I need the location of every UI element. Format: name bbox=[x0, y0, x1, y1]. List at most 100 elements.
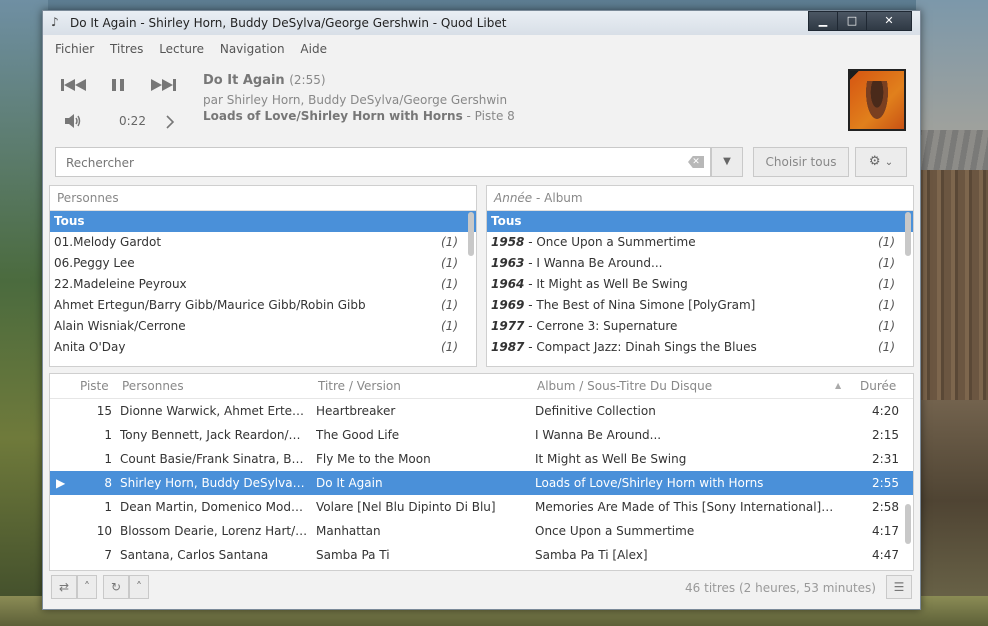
list-item[interactable]: 1963 - I Wanna Be Around... (1) bbox=[487, 253, 913, 274]
cell-album: Memories Are Made of This [Sony Internat… bbox=[535, 500, 835, 514]
now-playing-panel: 0:22 Do It Again (2:55) par Shirley Horn… bbox=[49, 67, 914, 149]
list-item[interactable]: 1969 - The Best of Nina Simone [PolyGram… bbox=[487, 295, 913, 316]
list-item-count: (1) bbox=[441, 298, 458, 312]
people-pane-header[interactable]: Personnes bbox=[50, 186, 476, 211]
menu-bar: Fichier Titres Lecture Navigation Aide bbox=[49, 40, 914, 62]
minimize-icon[interactable]: ▁ bbox=[808, 11, 838, 31]
cell-duration: 2:58 bbox=[872, 500, 899, 514]
list-item-count: (1) bbox=[441, 319, 458, 333]
album-pane: Année - Album Tous 1958 - Once Upon a Su… bbox=[486, 185, 914, 367]
clear-search-icon[interactable]: ✕ bbox=[688, 156, 704, 168]
search-row: ✕ ▼ Choisir tous ⚙ ⌄ bbox=[55, 147, 908, 179]
people-scrollbar[interactable] bbox=[468, 212, 474, 256]
list-item[interactable]: 06.Peggy Lee (1) bbox=[50, 253, 476, 274]
chevron-right-icon[interactable] bbox=[165, 115, 175, 129]
cell-track: 7 bbox=[104, 548, 112, 562]
menu-fichier[interactable]: Fichier bbox=[49, 40, 100, 58]
queue-toggle-button[interactable]: ☰ bbox=[886, 575, 912, 599]
status-summary: 46 titres (2 heures, 53 minutes) bbox=[685, 581, 876, 595]
barn-roof bbox=[916, 130, 988, 170]
shuffle-menu-button[interactable]: ˄ bbox=[77, 575, 97, 599]
list-item-count: (1) bbox=[878, 235, 895, 249]
cell-duration: 4:47 bbox=[872, 548, 899, 562]
maximize-icon[interactable]: □ bbox=[837, 11, 867, 31]
pause-icon[interactable] bbox=[111, 77, 125, 93]
menu-aide[interactable]: Aide bbox=[294, 40, 333, 58]
list-item[interactable]: 1987 - Compact Jazz: Dinah Sings the Blu… bbox=[487, 337, 913, 358]
menu-titres[interactable]: Titres bbox=[104, 40, 149, 58]
table-row[interactable]: 1 Dean Martin, Domenico Modugn... Volare [… bbox=[50, 495, 913, 519]
cell-album: Loads of Love/Shirley Horn with Horns bbox=[535, 476, 764, 490]
list-item[interactable]: Alain Wisniak/Cerrone (1) bbox=[50, 316, 476, 337]
people-pane: Personnes Tous 01.Melody Gardot (1) 06.Pe… bbox=[49, 185, 477, 367]
list-item[interactable]: Ahmet Ertegun/Barry Gibb/Maurice Gibb/Ro… bbox=[50, 295, 476, 316]
column-title[interactable]: Titre / Version bbox=[318, 374, 401, 398]
list-item[interactable]: 22.Madeleine Peyroux (1) bbox=[50, 274, 476, 295]
album-year: 1987 bbox=[491, 340, 525, 354]
list-item[interactable]: Tous bbox=[50, 211, 476, 232]
list-item[interactable]: Anita O'Day (1) bbox=[50, 337, 476, 358]
list-item-label: - The Best of Nina Simone [PolyGram] bbox=[524, 298, 756, 312]
album-scrollbar[interactable] bbox=[905, 212, 911, 256]
list-item-count: (1) bbox=[878, 298, 895, 312]
chevron-up-icon: ˄ bbox=[84, 580, 90, 594]
repeat-menu-button[interactable]: ˄ bbox=[129, 575, 149, 599]
menu-navigation[interactable]: Navigation bbox=[214, 40, 291, 58]
list-item[interactable]: Tous bbox=[487, 211, 913, 232]
track-title: Do It Again (2:55) bbox=[203, 73, 326, 88]
song-list-scrollbar[interactable] bbox=[905, 504, 911, 544]
album-year: 1958 bbox=[491, 235, 525, 249]
album-pane-header[interactable]: Année - Album bbox=[487, 186, 913, 211]
table-row[interactable]: 1 Tony Bennett, Jack Reardon/Sach... The G… bbox=[50, 423, 913, 447]
list-item[interactable]: 1958 - Once Upon a Summertime (1) bbox=[487, 232, 913, 253]
search-input[interactable] bbox=[64, 155, 668, 171]
table-row[interactable]: 10 Blossom Dearie, Lorenz Hart/Rich... Man… bbox=[50, 519, 913, 543]
volume-icon[interactable] bbox=[65, 113, 83, 129]
cell-track: 15 bbox=[96, 404, 112, 418]
list-item[interactable]: 1964 - It Might as Well Be Swing (1) bbox=[487, 274, 913, 295]
list-item-label: - Compact Jazz: Dinah Sings the Blues bbox=[524, 340, 757, 354]
cell-people: Dionne Warwick, Ahmet Ertegun/... bbox=[120, 404, 308, 418]
chevron-down-icon: ⌄ bbox=[884, 157, 894, 168]
column-people[interactable]: Personnes bbox=[122, 374, 184, 398]
next-track-icon[interactable] bbox=[151, 77, 177, 93]
list-item-count: (1) bbox=[441, 340, 458, 354]
header-year: Année bbox=[494, 191, 533, 205]
title-bar[interactable]: ♪ Do It Again - Shirley Horn, Buddy DeSy… bbox=[43, 11, 920, 35]
search-history-dropdown[interactable]: ▼ bbox=[711, 147, 743, 177]
close-icon[interactable]: ✕ bbox=[866, 11, 912, 31]
playing-icon: ▶ bbox=[56, 476, 66, 490]
list-item[interactable]: 01.Melody Gardot (1) bbox=[50, 232, 476, 253]
select-all-button[interactable]: Choisir tous bbox=[753, 147, 849, 177]
previous-track-icon[interactable] bbox=[61, 77, 87, 93]
cell-people: Blossom Dearie, Lorenz Hart/Rich... bbox=[120, 524, 308, 538]
cell-duration: 2:55 bbox=[872, 476, 899, 490]
chevron-down-icon: ▼ bbox=[723, 156, 731, 167]
column-track[interactable]: Piste bbox=[80, 374, 109, 398]
cell-duration: 2:15 bbox=[872, 428, 899, 442]
playback-position[interactable]: 0:22 bbox=[119, 114, 146, 128]
list-item-label: Ahmet Ertegun/Barry Gibb/Maurice Gibb/Ro… bbox=[54, 298, 366, 312]
cell-title: Fly Me to the Moon bbox=[316, 452, 431, 466]
list-item-count: (1) bbox=[878, 319, 895, 333]
list-item-label: Tous bbox=[54, 214, 85, 228]
list-item-label: - I Wanna Be Around... bbox=[524, 256, 663, 270]
repeat-button[interactable]: ↻ bbox=[103, 575, 129, 599]
cell-track: 1 bbox=[104, 500, 112, 514]
search-box: ✕ bbox=[55, 147, 711, 177]
table-row[interactable]: ▶ 8 Shirley Horn, Buddy DeSylva/Geor... Do … bbox=[50, 471, 913, 495]
table-row[interactable]: 7 Santana, Carlos Santana Samba Pa Ti Samba… bbox=[50, 543, 913, 567]
table-row[interactable]: 1 Count Basie/Frank Sinatra, Bart H... Fly… bbox=[50, 447, 913, 471]
shuffle-button[interactable]: ⇄ bbox=[51, 575, 77, 599]
menu-lecture[interactable]: Lecture bbox=[153, 40, 210, 58]
cell-title: Heartbreaker bbox=[316, 404, 396, 418]
column-duration[interactable]: Durée bbox=[860, 374, 896, 398]
table-row[interactable]: 15 Dionne Warwick, Ahmet Ertegun/... Heart… bbox=[50, 399, 913, 423]
list-item-label: Tous bbox=[491, 214, 522, 228]
list-item-label: Anita O'Day bbox=[54, 340, 126, 354]
album-cover[interactable] bbox=[848, 69, 906, 131]
column-album[interactable]: Album / Sous-Titre Du Disque bbox=[537, 374, 712, 398]
list-item[interactable]: 1977 - Cerrone 3: Supernature (1) bbox=[487, 316, 913, 337]
cell-title: Manhattan bbox=[316, 524, 381, 538]
browser-options-button[interactable]: ⚙ ⌄ bbox=[855, 147, 907, 177]
